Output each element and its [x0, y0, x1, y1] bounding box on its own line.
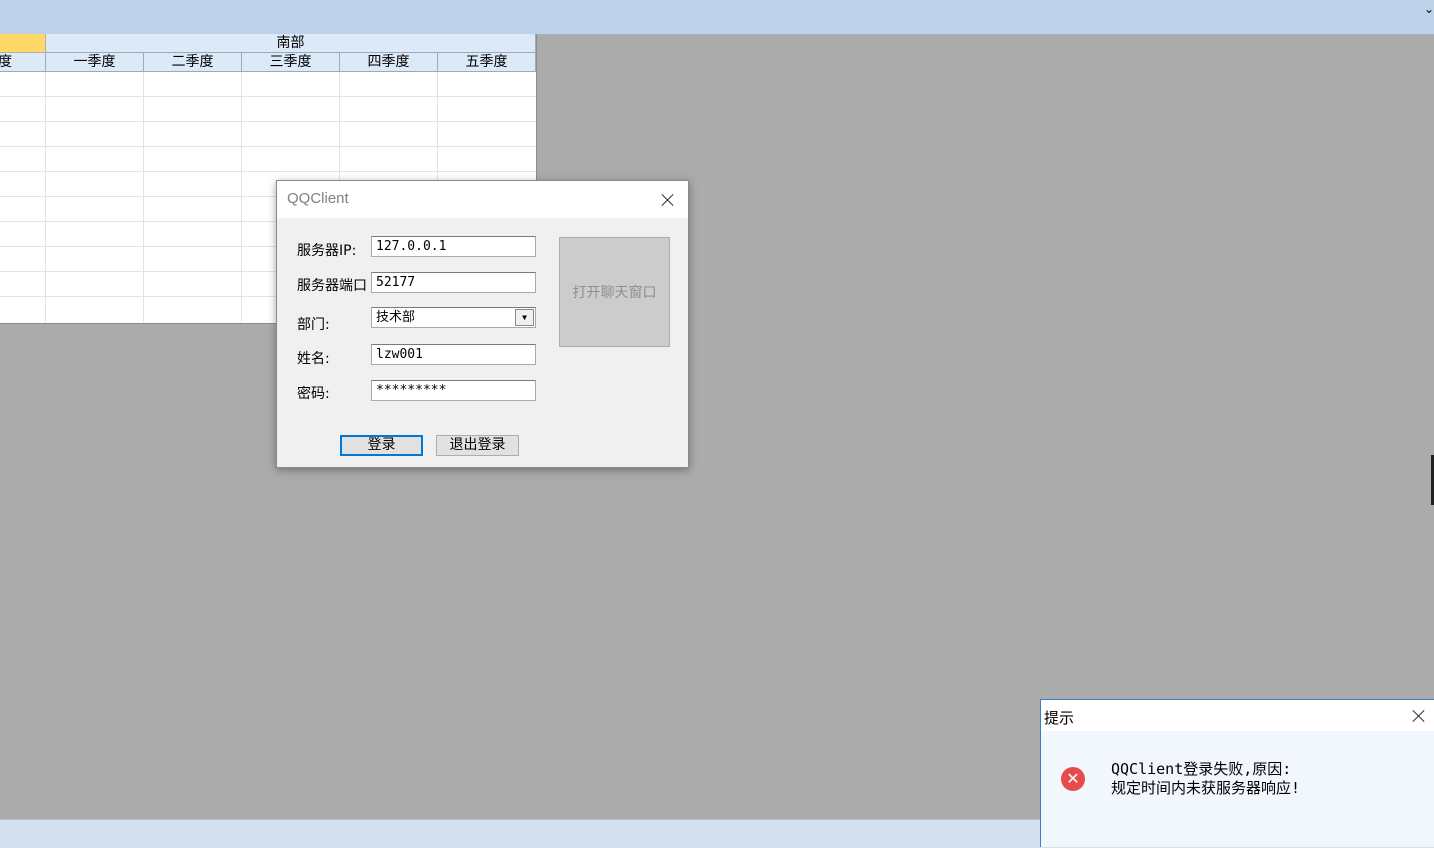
column-header-q1: 一季度 — [46, 53, 144, 72]
close-icon[interactable] — [1409, 706, 1429, 726]
table-row[interactable] — [0, 147, 536, 172]
chevron-down-icon[interactable]: ▼ — [515, 309, 534, 326]
login-button[interactable]: 登录 — [340, 435, 423, 456]
column-header-q2: 二季度 — [144, 53, 242, 72]
password-label: 密码: — [297, 386, 330, 402]
dialog-title: QQClient — [287, 190, 349, 207]
open-chat-window-button[interactable]: 打开聊天窗口 — [559, 237, 670, 347]
message-box-titlebar[interactable]: 提示 — [1041, 700, 1434, 731]
server-ip-input[interactable]: 127.0.0.1 — [371, 236, 536, 257]
message-line-2: 规定时间内未获服务器响应! — [1111, 779, 1301, 797]
group-header-south: 南部 — [46, 34, 536, 53]
table-row[interactable] — [0, 122, 536, 147]
message-text: QQClient登录失败,原因: 规定时间内未获服务器响应! — [1111, 760, 1300, 798]
password-input[interactable]: ********* — [371, 380, 536, 401]
logout-button[interactable]: 退出登录 — [436, 435, 519, 456]
department-select[interactable]: 技术部 ▼ — [371, 307, 536, 328]
column-header-q5: 五季度 — [438, 53, 536, 72]
dialog-titlebar[interactable]: QQClient — [277, 181, 688, 218]
department-selected-value: 技术部 — [376, 310, 416, 325]
server-port-input[interactable]: 52177 — [371, 272, 536, 293]
close-icon[interactable] — [658, 190, 678, 210]
department-label: 部门: — [297, 317, 330, 333]
message-box: 提示 ✕ QQClient登录失败,原因: 规定时间内未获服务器响应! — [1040, 699, 1434, 847]
chevron-down-icon[interactable]: ⌄ — [1424, 2, 1434, 16]
server-port-label: 服务器端口 — [297, 278, 367, 294]
name-input[interactable]: lzw001 — [371, 344, 536, 365]
column-header-q3: 三季度 — [242, 53, 340, 72]
top-bar: ⌄ — [0, 0, 1434, 35]
login-dialog: QQClient 服务器IP: 127.0.0.1 服务器端口 52177 部门… — [276, 180, 689, 468]
name-label: 姓名: — [297, 351, 330, 367]
selected-cell[interactable] — [0, 34, 46, 53]
column-header-partial: 度 — [0, 53, 46, 72]
server-ip-label: 服务器IP: — [297, 243, 357, 259]
message-line-1: QQClient登录失败,原因: — [1111, 760, 1292, 778]
error-icon: ✕ — [1061, 767, 1085, 791]
table-row[interactable] — [0, 97, 536, 122]
message-box-title: 提示 — [1044, 709, 1075, 727]
column-header-q4: 四季度 — [340, 53, 438, 72]
table-row[interactable] — [0, 72, 536, 97]
